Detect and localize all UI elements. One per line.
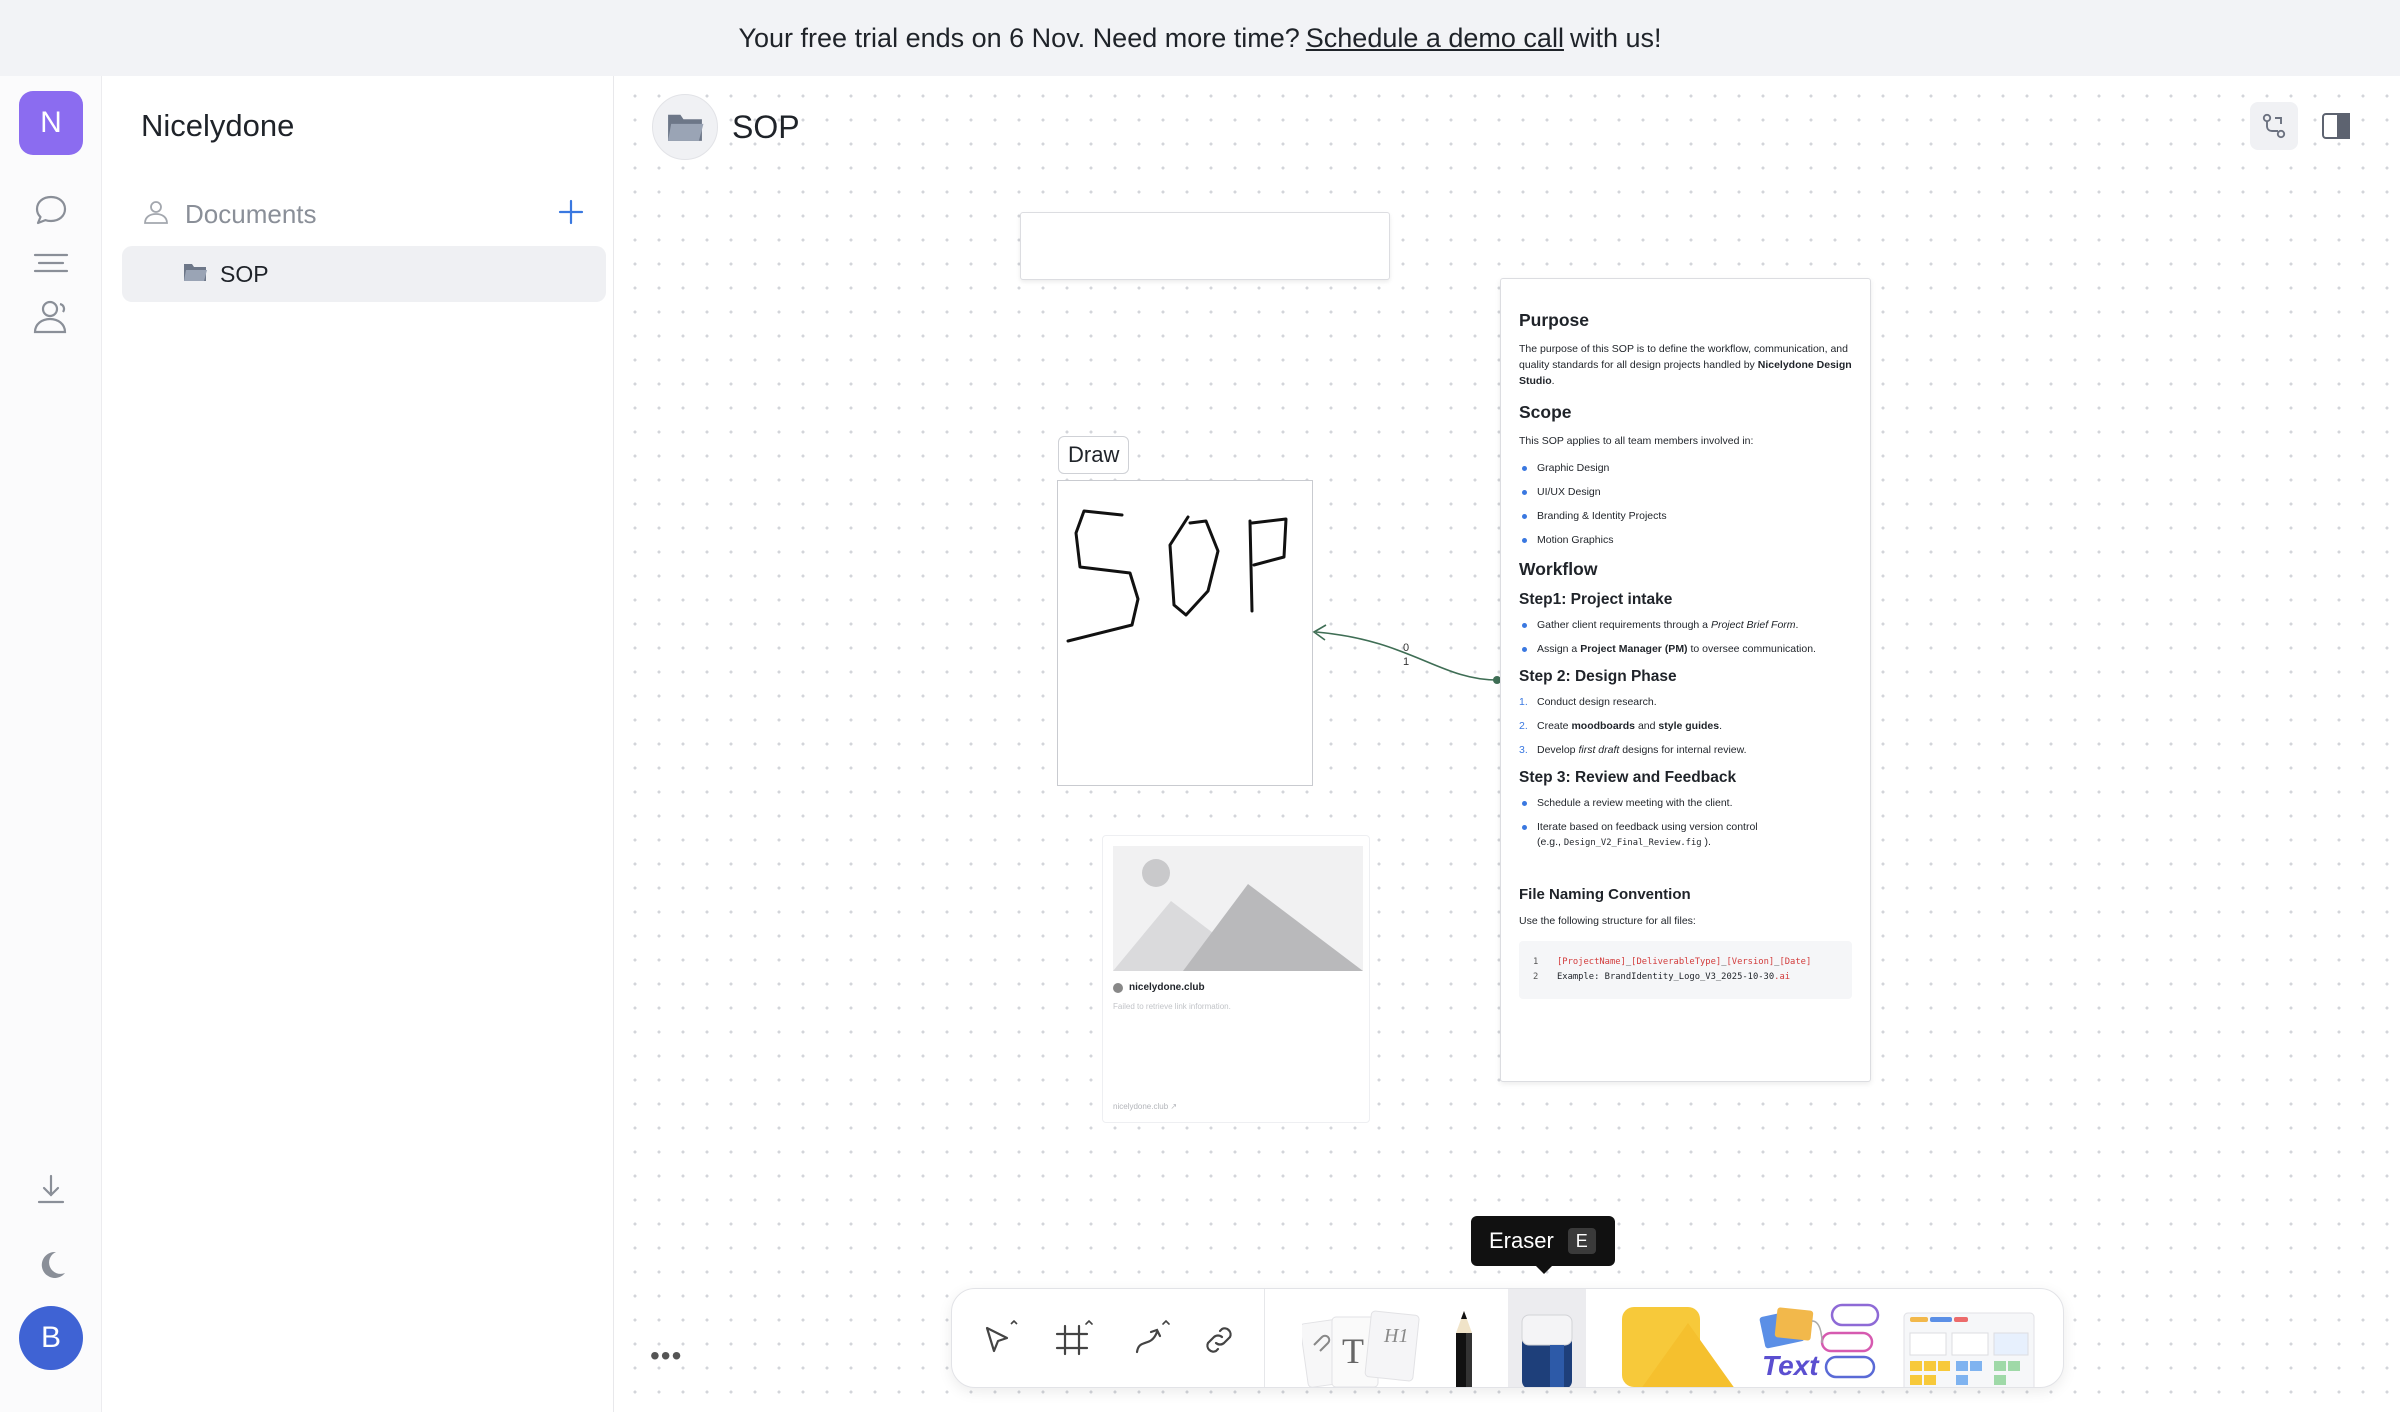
chat-icon[interactable] xyxy=(28,186,74,232)
documents-section[interactable]: Documents xyxy=(141,194,593,234)
code-block: 1 [ProjectName]_[DeliverableType]_[Versio… xyxy=(1519,941,1852,999)
text-tool-icon[interactable]: T H1 xyxy=(1299,1307,1420,1387)
flow-icon[interactable] xyxy=(2250,102,2298,150)
list-item: Iterate based on feedback using version … xyxy=(1519,820,1852,851)
trial-banner: Your free trial ends on 6 Nov. Need more… xyxy=(0,0,2400,76)
list-item: Schedule a review meeting with the clien… xyxy=(1519,796,1852,811)
menu-icon[interactable] xyxy=(28,240,74,286)
people-icon[interactable] xyxy=(28,294,74,340)
draw-frame[interactable] xyxy=(1057,480,1313,786)
step1-heading: Step1: Project intake xyxy=(1519,591,1673,608)
list-item: Assign a Project Manager (PM) to oversee… xyxy=(1519,642,1852,657)
select-tool-icon[interactable] xyxy=(974,1315,1024,1365)
eraser-tool-icon[interactable] xyxy=(1508,1289,1586,1387)
tooltip-label: Eraser xyxy=(1489,1228,1554,1253)
sidebar-item-sop[interactable]: SOP xyxy=(122,246,606,302)
connector-label-end: 1 xyxy=(1403,656,1410,668)
step3-list: Schedule a review meeting with the clien… xyxy=(1519,796,1852,851)
connector-label-start: 0 xyxy=(1403,642,1410,654)
shortcut-key: E xyxy=(1567,1228,1596,1254)
moon-icon[interactable] xyxy=(28,1242,74,1288)
panel-toggle-icon[interactable] xyxy=(2312,102,2360,150)
page-title[interactable]: SOP xyxy=(732,109,800,146)
folder-icon xyxy=(182,261,208,288)
purpose-text: The purpose of this SOP is to define the… xyxy=(1519,343,1852,387)
draw-frame-label[interactable]: Draw xyxy=(1058,436,1130,474)
step3-heading: Step 3: Review and Feedback xyxy=(1519,769,1737,786)
list-item: Motion Graphics xyxy=(1519,533,1852,548)
svg-text:Text: Text xyxy=(1762,1350,1820,1381)
template-tool-icon[interactable]: Text xyxy=(1752,1301,1888,1387)
people-icon xyxy=(141,197,171,232)
workspace-avatar[interactable]: N xyxy=(19,91,83,155)
sidebar-item-label: SOP xyxy=(220,260,269,287)
step2-heading: Step 2: Design Phase xyxy=(1519,668,1677,685)
left-rail: N B xyxy=(0,76,102,1412)
sop-sketch xyxy=(1066,509,1288,643)
link-tool-icon[interactable] xyxy=(1194,1315,1244,1365)
user-avatar[interactable]: B xyxy=(19,1306,83,1370)
bottom-toolbar: T H1 Text xyxy=(951,1288,2064,1388)
heading-label: H1 xyxy=(1384,1325,1409,1347)
documents-section-label: Documents xyxy=(185,198,317,229)
banner-text: Your free trial ends on 6 Nov. Need more… xyxy=(738,22,1300,53)
list-item: 3. Develop first draft designs for intern… xyxy=(1519,744,1747,756)
link-title: nicelydone.club xyxy=(1113,982,1205,993)
banner-text-end: with us! xyxy=(1569,22,1662,53)
link-preview-card[interactable]: nicelydone.club Failed to retrieve link … xyxy=(1102,835,1370,1123)
list-item: Graphic Design xyxy=(1519,461,1852,476)
scope-heading: Scope xyxy=(1519,402,1572,422)
scope-list: Graphic Design UI/UX Design Branding & I… xyxy=(1519,461,1852,548)
sop-document-card[interactable]: Purpose The purpose of this SOP is to de… xyxy=(1500,278,1871,1082)
link-subtitle: Failed to retrieve link information. xyxy=(1113,1002,1231,1011)
naming-intro: Use the following structure for all file… xyxy=(1519,915,1696,927)
pen-tool-icon[interactable] xyxy=(1442,1307,1486,1387)
purpose-heading: Purpose xyxy=(1519,310,1590,330)
scope-intro: This SOP applies to all team members inv… xyxy=(1519,435,1754,447)
connector-tool-icon[interactable] xyxy=(1126,1315,1176,1365)
schedule-demo-link[interactable]: Schedule a demo call xyxy=(1306,23,1564,54)
naming-heading: File Naming Convention xyxy=(1519,886,1691,903)
table-tool-icon[interactable] xyxy=(1900,1307,2040,1387)
link-title-text: nicelydone.club xyxy=(1129,982,1205,993)
globe-icon xyxy=(1113,982,1123,993)
step1-list: Gather client requirements through a Pro… xyxy=(1519,618,1852,657)
eraser-tooltip: Eraser E xyxy=(1471,1216,1615,1274)
list-item: Gather client requirements through a Pro… xyxy=(1519,618,1852,633)
step2-list: 1. Conduct design research. 2. Create mood… xyxy=(1519,695,1852,758)
folder-icon[interactable] xyxy=(652,94,718,160)
empty-note-block[interactable] xyxy=(1020,212,1390,280)
external-link-icon: ↗ xyxy=(1170,1102,1178,1111)
add-document-button[interactable] xyxy=(557,196,585,232)
list-item: 1. Conduct design research. xyxy=(1519,696,1657,708)
frame-tool-icon[interactable] xyxy=(1048,1315,1098,1365)
toolbar-divider xyxy=(1264,1289,1265,1387)
list-item: UI/UX Design xyxy=(1519,485,1852,500)
page-header: SOP xyxy=(652,94,800,160)
shape-tool-icon[interactable] xyxy=(1608,1303,1748,1387)
svg-text:T: T xyxy=(1342,1331,1364,1371)
workflow-heading: Workflow xyxy=(1519,559,1598,579)
more-options-icon[interactable]: ••• xyxy=(650,1340,682,1372)
link-footer[interactable]: nicelydone.club ↗ xyxy=(1113,1102,1177,1111)
image-placeholder-icon xyxy=(1113,846,1363,971)
download-icon[interactable] xyxy=(28,1166,74,1212)
list-item: 2. Create moodboards and style guides. xyxy=(1519,720,1723,732)
workspace-name: Nicelydone xyxy=(141,108,295,143)
list-item: Branding & Identity Projects xyxy=(1519,509,1852,524)
sidebar: Nicelydone Documents SOP xyxy=(103,76,614,1412)
